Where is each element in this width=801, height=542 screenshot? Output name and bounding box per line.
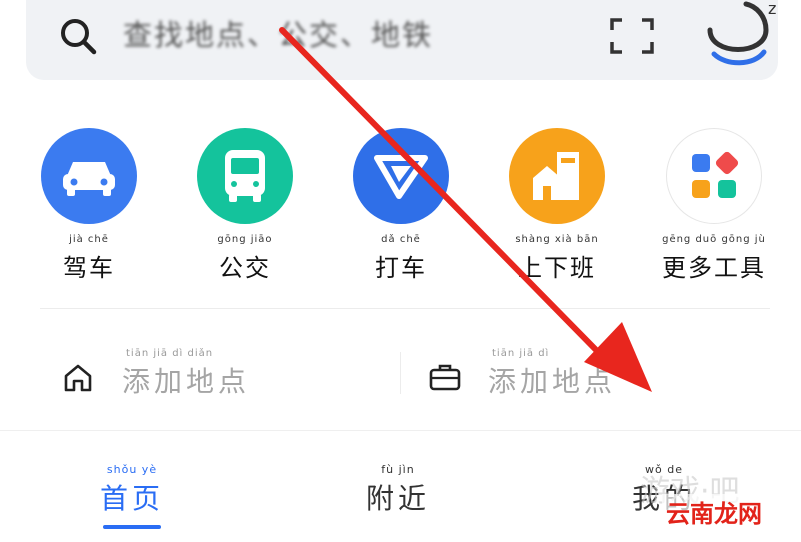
voice-badge: z <box>768 0 776 18</box>
action-pinyin: jià chē <box>69 234 109 245</box>
commute-icon <box>509 128 605 224</box>
search-input[interactable]: 查找地点、公交、地铁 <box>123 12 433 54</box>
add-work-place[interactable]: tiān jiā dì 添加地点 <box>400 348 801 398</box>
place-pinyin: tiān jiā dì diǎn <box>126 348 214 359</box>
tab-label: 附近 <box>365 482 430 515</box>
place-pinyin: tiān jiā dì <box>492 348 550 359</box>
taxi-icon <box>353 128 449 224</box>
action-label: 打车 <box>375 254 427 282</box>
active-tab-indicator <box>103 525 161 529</box>
action-label: 更多工具 <box>662 254 766 282</box>
place-label: 添加地点 <box>122 365 251 398</box>
search-icon <box>61 19 97 55</box>
action-bus[interactable]: gōng jiāo 公交 <box>185 128 305 283</box>
search-bar[interactable]: 查找地点、公交、地铁 z <box>26 0 778 80</box>
action-pinyin: gōng jiāo <box>217 234 273 245</box>
action-commute[interactable]: shàng xià bān 上下班 <box>497 128 617 283</box>
drive-icon <box>41 128 137 224</box>
action-label: 公交 <box>219 254 271 282</box>
bus-icon <box>197 128 293 224</box>
voice-assistant-icon[interactable]: z <box>702 0 782 68</box>
tab-label: 首页 <box>99 482 164 515</box>
action-pinyin: dǎ chē <box>381 234 421 245</box>
home-icon <box>64 364 92 392</box>
tab-pinyin: shǒu yè <box>106 463 158 476</box>
briefcase-icon <box>429 364 461 391</box>
section-divider <box>40 308 770 309</box>
action-drive[interactable]: jià chē 驾车 <box>29 128 149 283</box>
action-pinyin: gēng duō gōng jù <box>662 234 766 245</box>
action-pinyin: shàng xià bān <box>515 234 599 245</box>
tab-home[interactable]: shǒu yè 首页 <box>92 463 172 529</box>
action-more-tools[interactable]: gēng duō gōng jù 更多工具 <box>654 128 774 283</box>
scan-icon[interactable] <box>610 18 654 54</box>
add-home-place[interactable]: tiān jiā dì diǎn 添加地点 <box>0 348 400 398</box>
watermark-text: 云南龙网 <box>662 494 766 529</box>
action-label: 上下班 <box>518 254 596 282</box>
place-label: 添加地点 <box>488 365 617 398</box>
more-tools-icon <box>666 128 762 224</box>
tab-pinyin: fù jìn <box>381 463 415 476</box>
action-taxi[interactable]: dǎ chē 打车 <box>341 128 461 283</box>
action-label: 驾车 <box>63 254 115 282</box>
tab-nearby[interactable]: fù jìn 附近 <box>358 463 438 517</box>
